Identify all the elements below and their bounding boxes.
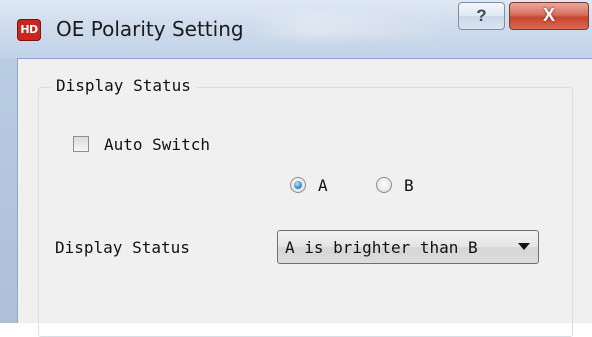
- radio-label-a: A: [318, 175, 328, 195]
- display-status-groupbox: [38, 87, 573, 337]
- radio-option-a[interactable]: A: [290, 175, 328, 195]
- display-status-label: Display Status: [55, 238, 190, 257]
- window-title: OE Polarity Setting: [56, 17, 244, 41]
- display-status-value: A is brighter than B: [285, 237, 478, 257]
- checkbox-box[interactable]: [73, 136, 89, 152]
- dialog-content: Display Status Auto Switch A B Display S…: [17, 58, 592, 337]
- chevron-down-icon[interactable]: [518, 243, 530, 250]
- radio-button-b[interactable]: [376, 177, 392, 193]
- radio-option-b[interactable]: B: [376, 175, 414, 195]
- auto-switch-label: Auto Switch: [104, 134, 210, 154]
- title-bar-glass: [250, 12, 450, 38]
- app-logo-icon: HD: [17, 19, 41, 41]
- dialog-window: HD OE Polarity Setting ? X Display Statu…: [0, 0, 592, 337]
- title-bar[interactable]: HD OE Polarity Setting ? X: [0, 0, 592, 58]
- close-button[interactable]: X: [509, 2, 589, 30]
- radio-label-b: B: [404, 175, 414, 195]
- help-button[interactable]: ?: [458, 2, 505, 30]
- radio-button-a[interactable]: [290, 177, 306, 193]
- auto-switch-checkbox[interactable]: Auto Switch: [73, 134, 210, 154]
- groupbox-title: Display Status: [51, 76, 196, 95]
- display-status-select[interactable]: A is brighter than B: [277, 230, 539, 264]
